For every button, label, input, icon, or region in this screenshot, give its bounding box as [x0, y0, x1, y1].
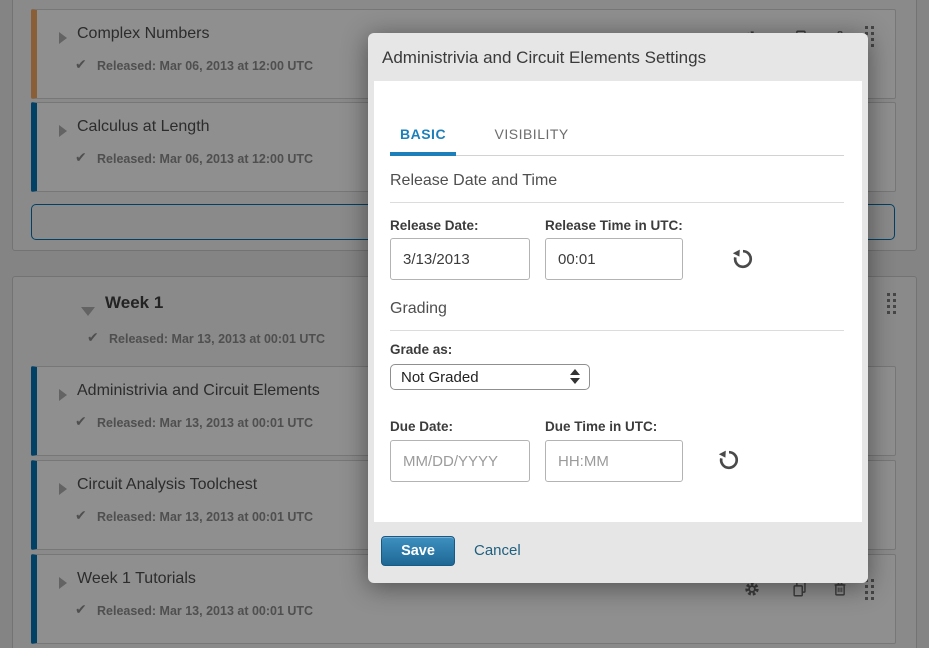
modal-tabs: BASIC VISIBILITY [390, 126, 844, 156]
cancel-link[interactable]: Cancel [474, 542, 521, 559]
grade-select-value: Not Graded [401, 369, 479, 386]
release-time-label: Release Time in UTC: [545, 218, 683, 233]
save-button[interactable]: Save [381, 536, 455, 566]
select-arrows-icon [570, 369, 580, 384]
reset-due-button[interactable] [718, 448, 742, 472]
subsection-settings-modal: Administrivia and Circuit Elements Setti… [368, 33, 868, 583]
tab-basic[interactable]: BASIC [390, 126, 456, 156]
modal-body: BASIC VISIBILITY Release Date and Time R… [374, 81, 862, 522]
tab-visibility[interactable]: VISIBILITY [485, 126, 579, 152]
grade-as-label: Grade as: [390, 342, 452, 357]
release-section-heading: Release Date and Time [390, 172, 844, 203]
release-date-label: Release Date: [390, 218, 479, 233]
modal-footer: Save Cancel [368, 522, 868, 583]
due-time-input[interactable] [545, 440, 683, 482]
reset-icon [718, 449, 740, 471]
release-time-input[interactable] [545, 238, 683, 280]
reset-release-button[interactable] [732, 247, 756, 271]
grade-select[interactable]: Not Graded [390, 364, 590, 390]
due-time-label: Due Time in UTC: [545, 419, 657, 434]
due-date-label: Due Date: [390, 419, 453, 434]
release-date-input[interactable] [390, 238, 530, 280]
due-date-input[interactable] [390, 440, 530, 482]
reset-icon [732, 248, 754, 270]
modal-title: Administrivia and Circuit Elements Setti… [368, 33, 868, 81]
app-window: Complex Numbers ✔ Released: Mar 06, 2013… [0, 0, 929, 648]
grading-section-heading: Grading [390, 300, 844, 331]
